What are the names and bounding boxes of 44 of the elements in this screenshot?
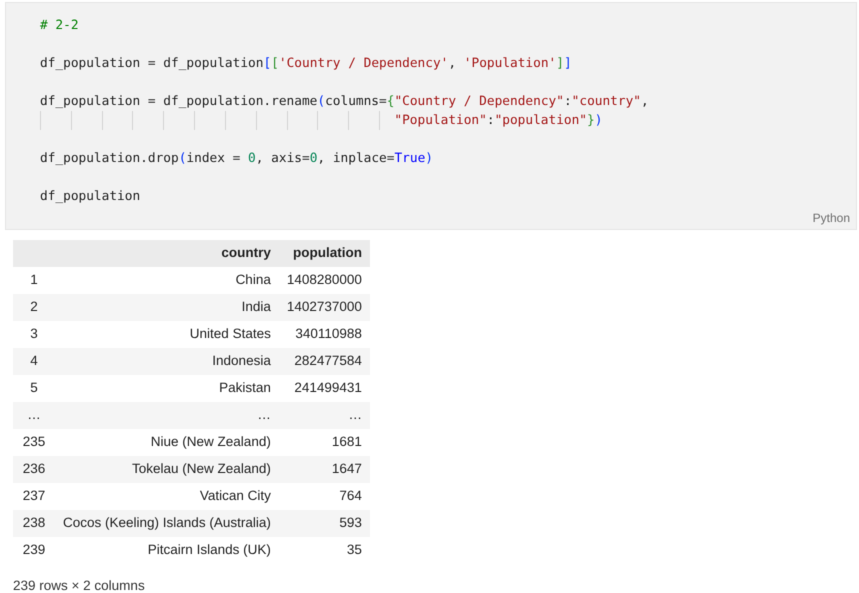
table-cell: 764 xyxy=(278,483,370,510)
row-index: 235 xyxy=(13,429,55,456)
code-continuation-line: "Population":"population"}) xyxy=(394,113,602,128)
code-line: df_population xyxy=(40,189,140,204)
row-index: 1 xyxy=(13,267,55,294)
table-shape-caption: 239 rows × 2 columns xyxy=(13,578,146,593)
table-cell: 1402737000 xyxy=(278,294,370,321)
table-cell: Indonesia xyxy=(55,348,279,375)
table-cell: 1681 xyxy=(278,429,370,456)
table-cell: Cocos (Keeling) Islands (Australia) xyxy=(55,510,279,537)
table-cell: 340110988 xyxy=(278,321,370,348)
table-cell: Pitcairn Islands (UK) xyxy=(55,537,279,564)
row-index: 2 xyxy=(13,294,55,321)
table-cell: … xyxy=(55,402,279,429)
row-index: 239 xyxy=(13,537,55,564)
code-line: # 2-2 xyxy=(40,18,79,33)
language-label: Python xyxy=(812,210,850,227)
row-index: 236 xyxy=(13,456,55,483)
table-cell: 1408280000 xyxy=(278,267,370,294)
column-header: population xyxy=(278,240,370,267)
row-index: … xyxy=(13,402,55,429)
table-cell: 35 xyxy=(278,537,370,564)
table-cell: 241499431 xyxy=(278,375,370,402)
code-line: df_population = df_population.rename(columns={"Country / Dependency":"country", xyxy=(40,94,649,109)
table-cell: … xyxy=(278,402,370,429)
row-index: 237 xyxy=(13,483,55,510)
row-index: 5 xyxy=(13,375,55,402)
table-cell: Pakistan xyxy=(55,375,279,402)
table-cell: India xyxy=(55,294,279,321)
row-index: 238 xyxy=(13,510,55,537)
code-line: df_population = df_population[['Country / Dependency', 'Population']] xyxy=(40,56,572,71)
table-cell: Niue (New Zealand) xyxy=(55,429,279,456)
column-header: country xyxy=(55,240,279,267)
table-cell: United States xyxy=(55,321,279,348)
table-cell: 1647 xyxy=(278,456,370,483)
table-cell: 593 xyxy=(278,510,370,537)
table-cell: 282477584 xyxy=(278,348,370,375)
row-index: 3 xyxy=(13,321,55,348)
table-cell: China xyxy=(55,267,279,294)
row-index: 4 xyxy=(13,348,55,375)
table-cell: Vatican City xyxy=(55,483,279,510)
code-cell[interactable] xyxy=(5,2,857,230)
code-line: df_population.drop(index = 0, axis=0, inplace=True) xyxy=(40,151,434,166)
table-cell: Tokelau (New Zealand) xyxy=(55,456,279,483)
